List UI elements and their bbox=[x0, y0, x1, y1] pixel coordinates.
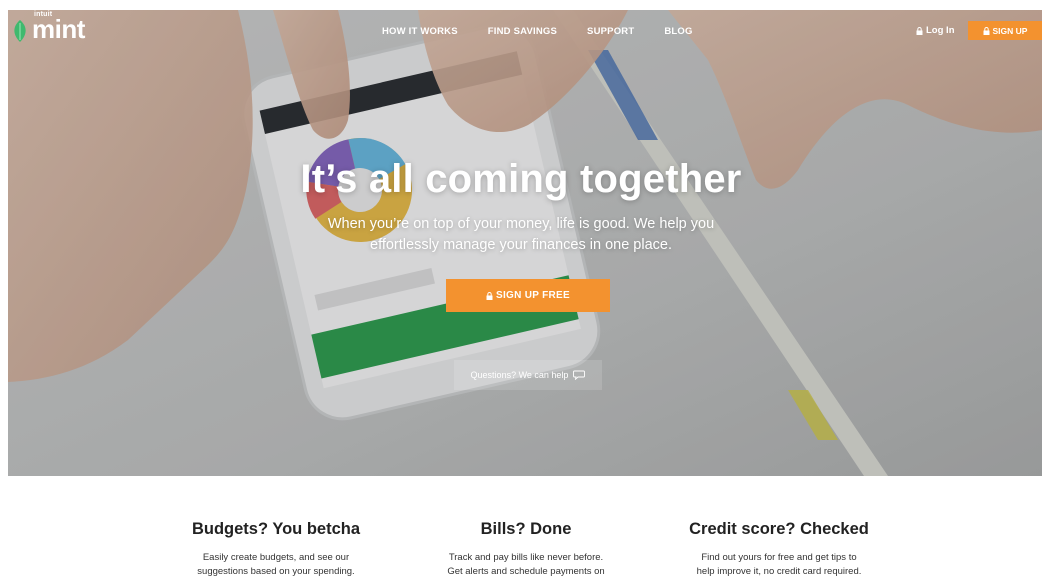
hero-headline: It’s all coming together bbox=[300, 157, 742, 201]
lock-icon bbox=[916, 26, 923, 35]
main-nav: HOW IT WORKS FIND SAVINGS SUPPORT BLOG bbox=[382, 26, 693, 37]
feature-bills-line-1: Track and pay bills like never before. bbox=[448, 552, 604, 563]
login-label: Log In bbox=[926, 25, 955, 36]
logo-mint-text: mint bbox=[32, 14, 85, 44]
signup-free-button[interactable]: SIGN UP FREE bbox=[446, 279, 610, 312]
feature-budgets-line-1: Easily create budgets, and see our bbox=[202, 552, 350, 563]
feature-bills: Bills? Done Track and pay bills like nev… bbox=[396, 520, 656, 576]
nav-support[interactable]: SUPPORT bbox=[587, 26, 634, 37]
feature-budgets: Budgets? You betcha Easily create budget… bbox=[146, 520, 406, 576]
feature-bills-text: Track and pay bills like never before. G… bbox=[396, 551, 656, 576]
help-label: Questions? We can help bbox=[470, 370, 569, 380]
signup-button-header[interactable]: SIGN UP bbox=[968, 21, 1042, 40]
mint-homepage: intuit mint HOW IT WORKS FIND SAVINGS SU… bbox=[0, 0, 1042, 576]
feature-credit-line-1: Find out yours for free and get tips to bbox=[701, 552, 857, 563]
nav-blog[interactable]: BLOG bbox=[664, 26, 692, 37]
leaf-icon bbox=[14, 20, 26, 42]
lock-icon bbox=[486, 291, 493, 300]
nav-find-savings[interactable]: FIND SAVINGS bbox=[488, 26, 557, 37]
lock-icon bbox=[983, 26, 990, 35]
feature-bills-title: Bills? Done bbox=[480, 520, 572, 538]
hero-subhead: When you’re on top of your money, life i… bbox=[300, 214, 742, 256]
feature-budgets-text: Easily create budgets, and see our sugge… bbox=[146, 551, 406, 576]
feature-credit-score: Credit score? Checked Find out yours for… bbox=[649, 520, 909, 576]
logo-wordmark: intuit mint bbox=[32, 11, 85, 42]
hero-subhead-line-1: When you’re on top of your money, life i… bbox=[327, 216, 715, 232]
feature-bills-line-2: Get alerts and schedule payments on bbox=[447, 566, 605, 576]
feature-credit-line-2: help improve it, no credit card required… bbox=[696, 566, 862, 576]
signup-free-label: SIGN UP FREE bbox=[496, 290, 570, 301]
nav-how-it-works[interactable]: HOW IT WORKS bbox=[382, 26, 458, 37]
feature-budgets-line-2: suggestions based on your spending. bbox=[197, 566, 355, 576]
chat-bubble-icon bbox=[573, 370, 586, 380]
signup-header-label: SIGN UP bbox=[992, 25, 1028, 36]
feature-budgets-title: Budgets? You betcha bbox=[191, 520, 361, 538]
feature-credit-title: Credit score? Checked bbox=[689, 520, 869, 538]
help-chat-button[interactable]: Questions? We can help bbox=[454, 360, 602, 390]
hero-subhead-line-2: effortlessly manage your finances in one… bbox=[370, 237, 672, 253]
feature-credit-text: Find out yours for free and get tips to … bbox=[649, 551, 909, 576]
mint-logo[interactable]: intuit mint bbox=[12, 11, 85, 42]
login-link[interactable]: Log In bbox=[916, 25, 955, 36]
